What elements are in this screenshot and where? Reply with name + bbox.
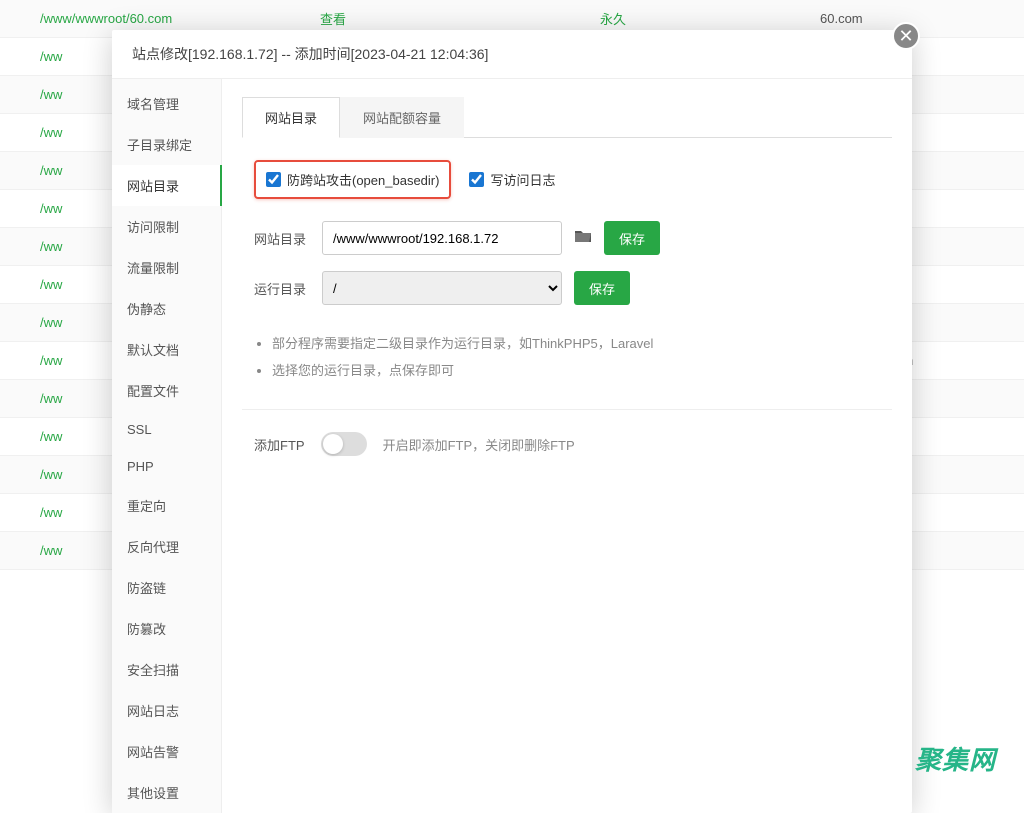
site-dir-input[interactable] bbox=[322, 221, 562, 255]
modal-sidebar: 域名管理 子目录绑定 网站目录 访问限制 流量限制 伪静态 默认文档 配置文件 … bbox=[112, 79, 222, 813]
sidebar-item-config[interactable]: 配置文件 bbox=[112, 370, 221, 411]
modal-overlay: ✕ 站点修改[192.168.1.72] -- 添加时间[2023-04-21 … bbox=[0, 0, 1024, 789]
run-dir-select[interactable]: / bbox=[322, 271, 562, 305]
sidebar-item-ssl[interactable]: SSL bbox=[112, 411, 221, 448]
modal-content: 网站目录 网站配额容量 防跨站攻击(open_basedir) 写访问日志 网站… bbox=[222, 79, 912, 813]
sidebar-item-access[interactable]: 访问限制 bbox=[112, 206, 221, 247]
site-dir-row: 网站目录 保存 bbox=[242, 221, 892, 255]
access-log-checkbox[interactable] bbox=[469, 172, 484, 187]
sidebar-item-sitedir[interactable]: 网站目录 bbox=[112, 165, 222, 206]
sidebar-item-alert[interactable]: 网站告警 bbox=[112, 731, 221, 772]
sidebar-item-hotlink[interactable]: 防盗链 bbox=[112, 567, 221, 608]
open-basedir-label: 防跨站攻击(open_basedir) bbox=[287, 170, 439, 189]
run-dir-row: 运行目录 / 保存 bbox=[242, 271, 892, 305]
sidebar-item-redirect[interactable]: 重定向 bbox=[112, 485, 221, 526]
run-dir-label: 运行目录 bbox=[254, 279, 310, 298]
save-run-dir-button[interactable]: 保存 bbox=[574, 271, 630, 305]
tab-quota[interactable]: 网站配额容量 bbox=[340, 97, 464, 138]
save-site-dir-button[interactable]: 保存 bbox=[604, 221, 660, 255]
close-icon[interactable]: ✕ bbox=[892, 22, 920, 50]
access-log-group[interactable]: 写访问日志 bbox=[469, 170, 555, 189]
ftp-hint: 开启即添加FTP，关闭即删除FTP bbox=[383, 435, 575, 454]
sidebar-item-php[interactable]: PHP bbox=[112, 448, 221, 485]
sidebar-item-scan[interactable]: 安全扫描 bbox=[112, 649, 221, 690]
ftp-label: 添加FTP bbox=[254, 435, 305, 454]
hint-list: 部分程序需要指定二级目录作为运行目录，如ThinkPHP5，Laravel 选择… bbox=[242, 321, 892, 410]
open-basedir-checkbox[interactable] bbox=[266, 172, 281, 187]
folder-icon[interactable] bbox=[574, 229, 592, 248]
open-basedir-group[interactable]: 防跨站攻击(open_basedir) bbox=[254, 160, 451, 199]
sidebar-item-domain[interactable]: 域名管理 bbox=[112, 83, 221, 124]
watermark: 聚集网 bbox=[915, 740, 996, 777]
sidebar-item-rewrite[interactable]: 伪静态 bbox=[112, 288, 221, 329]
checkbox-row: 防跨站攻击(open_basedir) 写访问日志 bbox=[242, 160, 892, 199]
ftp-row: 添加FTP 开启即添加FTP，关闭即删除FTP bbox=[242, 432, 892, 456]
sidebar-item-logs[interactable]: 网站日志 bbox=[112, 690, 221, 731]
sidebar-item-other[interactable]: 其他设置 bbox=[112, 772, 221, 813]
access-log-label: 写访问日志 bbox=[490, 170, 555, 189]
modal-title: 站点修改[192.168.1.72] -- 添加时间[2023-04-21 12… bbox=[112, 30, 912, 79]
site-edit-modal: ✕ 站点修改[192.168.1.72] -- 添加时间[2023-04-21 … bbox=[112, 30, 912, 813]
sidebar-item-traffic[interactable]: 流量限制 bbox=[112, 247, 221, 288]
hint-item: 选择您的运行目录，点保存即可 bbox=[272, 360, 892, 379]
content-tabs: 网站目录 网站配额容量 bbox=[242, 97, 892, 138]
sidebar-item-defaultdoc[interactable]: 默认文档 bbox=[112, 329, 221, 370]
ftp-toggle[interactable] bbox=[321, 432, 367, 456]
tab-site-dir[interactable]: 网站目录 bbox=[242, 97, 340, 138]
sidebar-item-subdir[interactable]: 子目录绑定 bbox=[112, 124, 221, 165]
sidebar-item-proxy[interactable]: 反向代理 bbox=[112, 526, 221, 567]
hint-item: 部分程序需要指定二级目录作为运行目录，如ThinkPHP5，Laravel bbox=[272, 333, 892, 352]
site-dir-label: 网站目录 bbox=[254, 229, 310, 248]
sidebar-item-tamper[interactable]: 防篡改 bbox=[112, 608, 221, 649]
